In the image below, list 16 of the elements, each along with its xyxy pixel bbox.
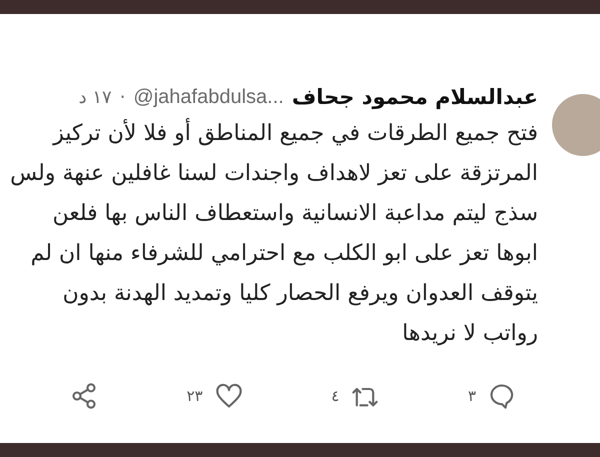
tweet-text-line: ابوها تعز على ابو الكلب مع احترامي للشرفاء منها ان لم: [30, 240, 538, 268]
tweet-time: ١٧ د: [78, 86, 112, 108]
like-count: ٢٣: [186, 387, 203, 405]
tweet-text-line: فتح جميع الطرقات في جميع المناطق أو فلا لأن تركيز: [0, 114, 538, 154]
author-handle[interactable]: @jahafabdulsa...: [133, 86, 284, 108]
heart-icon[interactable]: [214, 382, 243, 410]
reply-count: ٣: [468, 387, 476, 405]
share-icon[interactable]: [70, 382, 98, 410]
tweet-text-line: رواتب لا نريدها: [401, 320, 538, 348]
reply-icon[interactable]: [488, 382, 516, 410]
tweet-text-line: سذج ليتم مداعبة الانسانية واستعطاف الناس بها فلعن: [51, 200, 538, 228]
author-name[interactable]: عبدالسلام محمود جحاف: [292, 85, 538, 109]
separator-dot: ·: [120, 86, 126, 108]
retweet-count: ٤: [331, 387, 340, 405]
tweet-text-line: المرتزقة على تعز لاهداف واجندات لسنا غافلين عنهة ولس: [9, 160, 538, 188]
tweet-text-line: يتوقف العدوان ويرفع الحصار كليا وتمديد الهدنة بدون: [62, 280, 538, 308]
